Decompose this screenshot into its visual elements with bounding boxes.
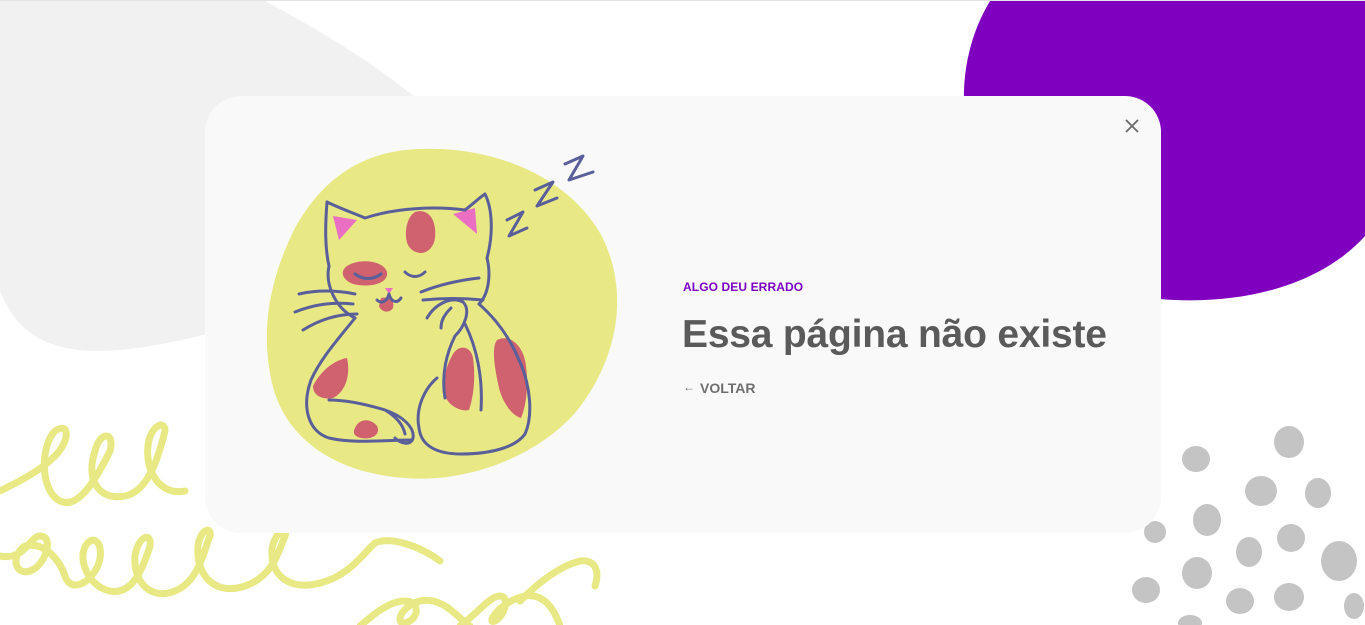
error-card: ALGO DEU ERRADO Essa página não existe ←… (205, 96, 1161, 533)
zzz-large (563, 154, 595, 182)
back-label: VOLTAR (700, 380, 756, 396)
arrow-left-icon: ← (683, 380, 695, 394)
spot-head (405, 211, 436, 253)
error-eyebrow: ALGO DEU ERRADO (683, 280, 804, 294)
not-found-page: ALGO DEU ERRADO Essa página não existe ←… (0, 0, 1365, 625)
page-title: Essa página não existe (682, 313, 1107, 356)
gray-dots (1132, 426, 1364, 625)
sleeping-cat-illustration (266, 148, 618, 479)
close-icon (1125, 119, 1139, 133)
close-button[interactable] (1122, 116, 1142, 136)
yellow-blob (266, 148, 618, 479)
back-button[interactable]: ← VOLTAR (683, 380, 755, 396)
